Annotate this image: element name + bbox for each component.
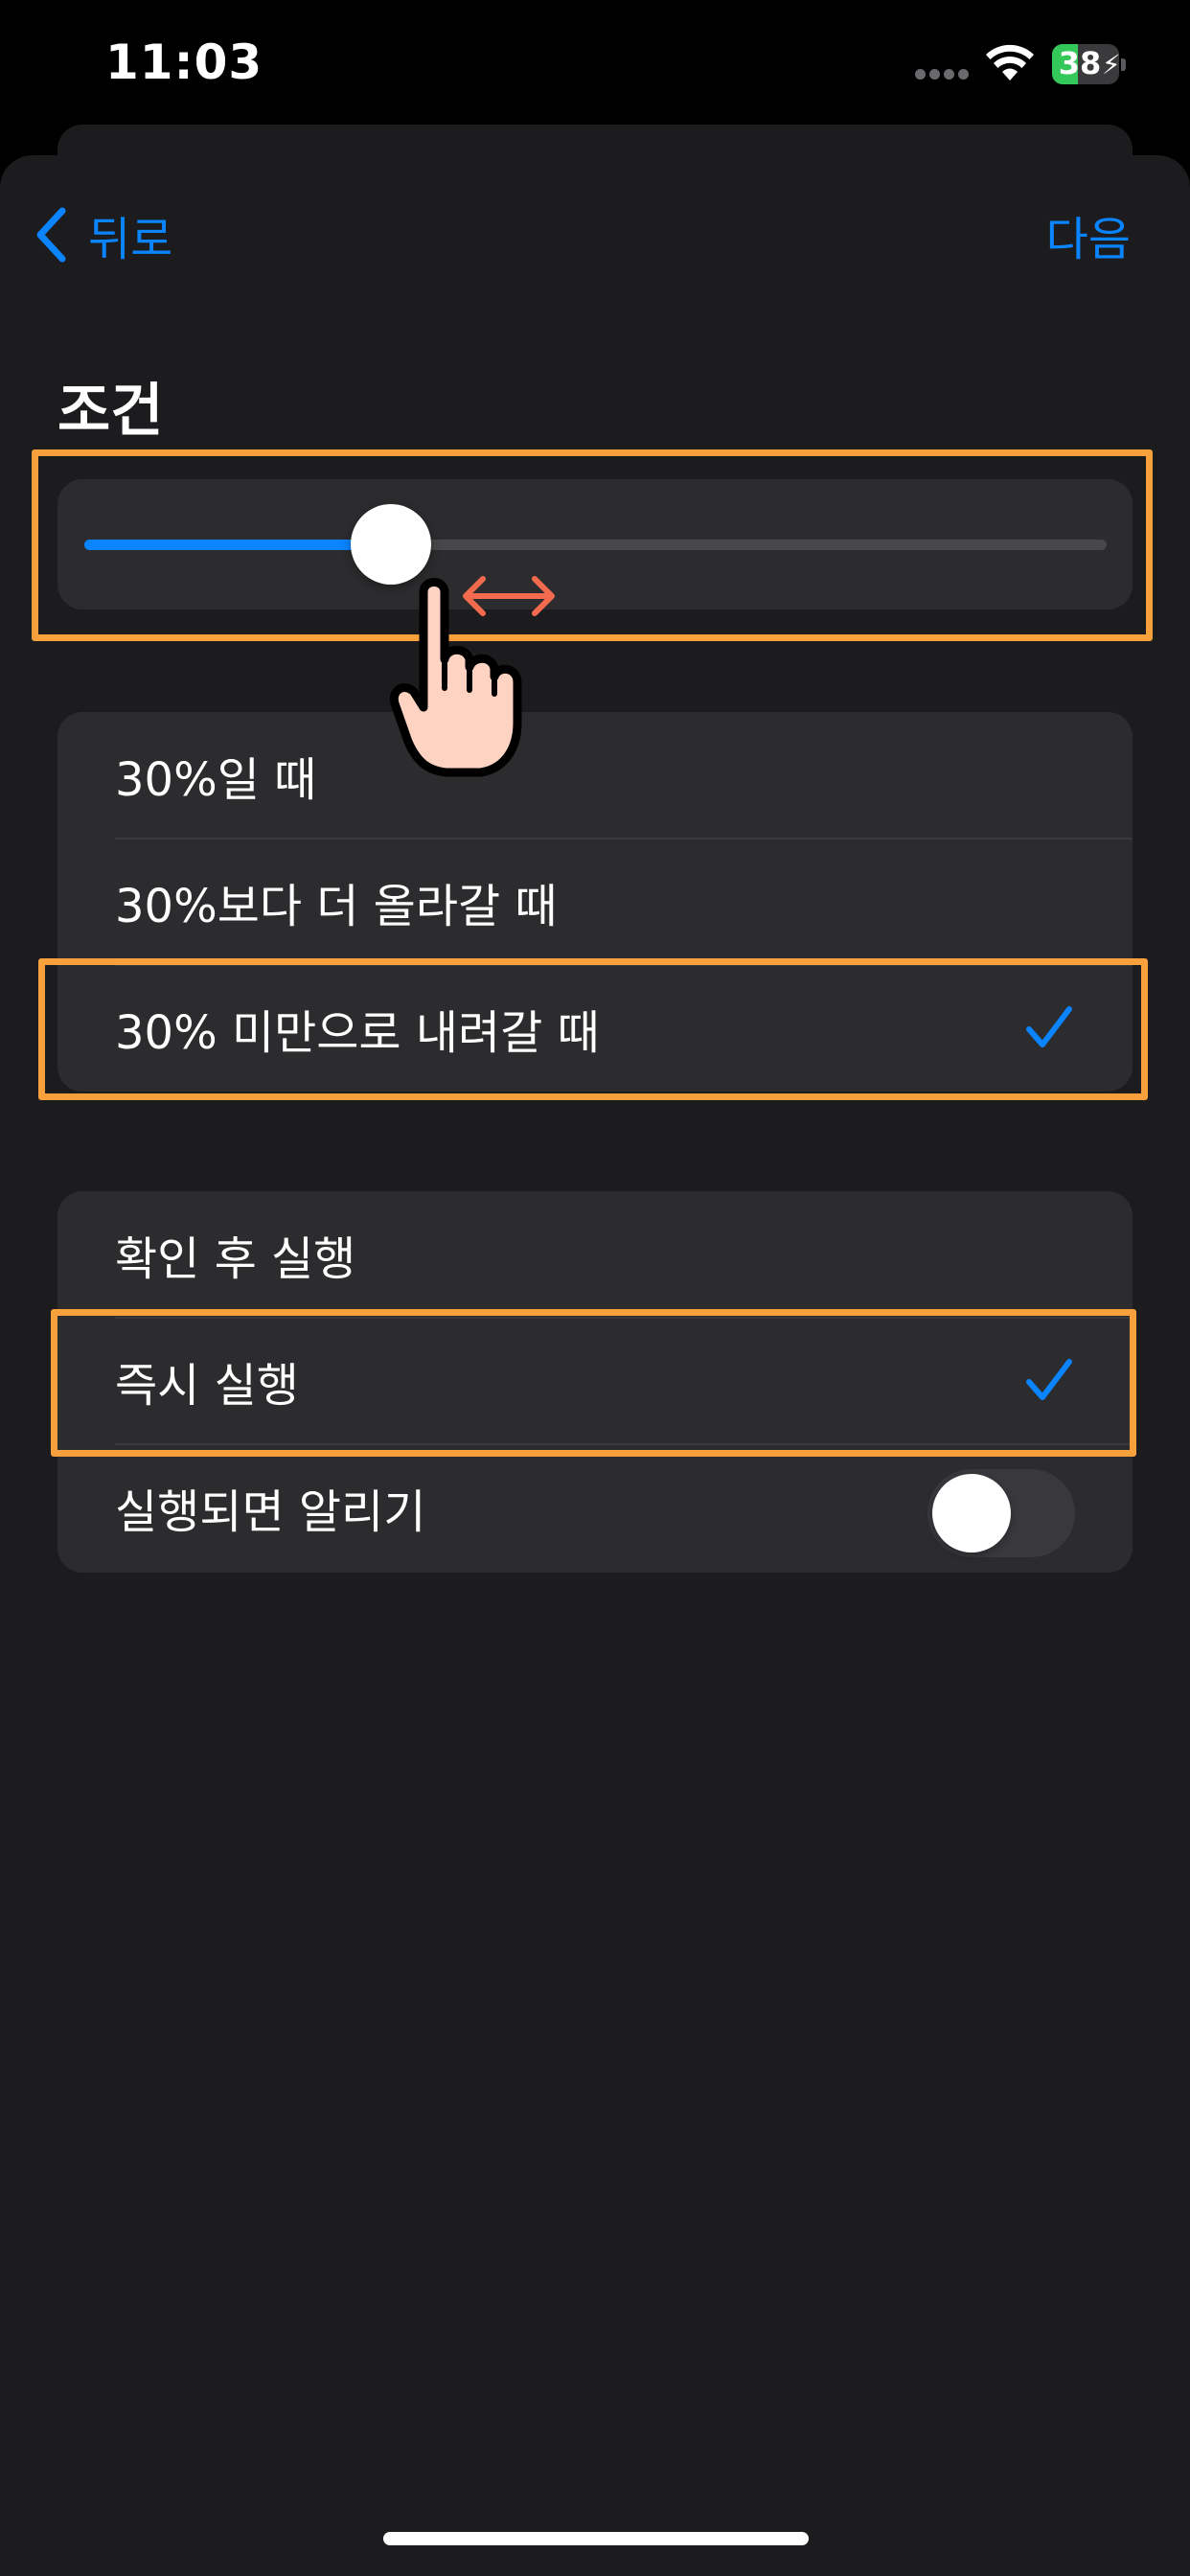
highlight-condition-below [38, 958, 1148, 1100]
next-button[interactable]: 다음 [1046, 203, 1131, 266]
wifi-icon [986, 44, 1034, 80]
home-indicator [383, 2532, 809, 2545]
condition-option-above[interactable]: 30%보다 더 올라갈 때 [57, 839, 1133, 965]
option-label: 30%보다 더 올라갈 때 [115, 880, 558, 933]
option-label: 30%일 때 [115, 753, 317, 807]
charging-bolt-icon: ⚡ [1102, 49, 1119, 80]
battery-icon: 38 ⚡ [1052, 44, 1127, 84]
highlight-slider [32, 449, 1153, 641]
battery-percent: 38 [1058, 45, 1102, 81]
condition-option-at[interactable]: 30%일 때 [57, 712, 1133, 839]
hand-pointer-icon [389, 578, 522, 777]
notify-label: 실행되면 알리기 [115, 1485, 426, 1539]
cellular-signal-icon [915, 69, 971, 80]
execution-option-confirm[interactable]: 확인 후 실행 [57, 1191, 1133, 1318]
highlight-immediate [51, 1309, 1136, 1457]
notify-toggle[interactable] [927, 1469, 1075, 1557]
section-title: 조건 [57, 378, 164, 445]
notify-row: 실행되면 알리기 [57, 1444, 1133, 1571]
back-button[interactable]: 뒤로 [34, 203, 172, 266]
chevron-left-icon [36, 207, 66, 263]
back-label: 뒤로 [88, 213, 173, 266]
option-label: 확인 후 실행 [115, 1232, 356, 1286]
status-time: 11:03 [105, 34, 263, 90]
toggle-knob [932, 1474, 1011, 1552]
